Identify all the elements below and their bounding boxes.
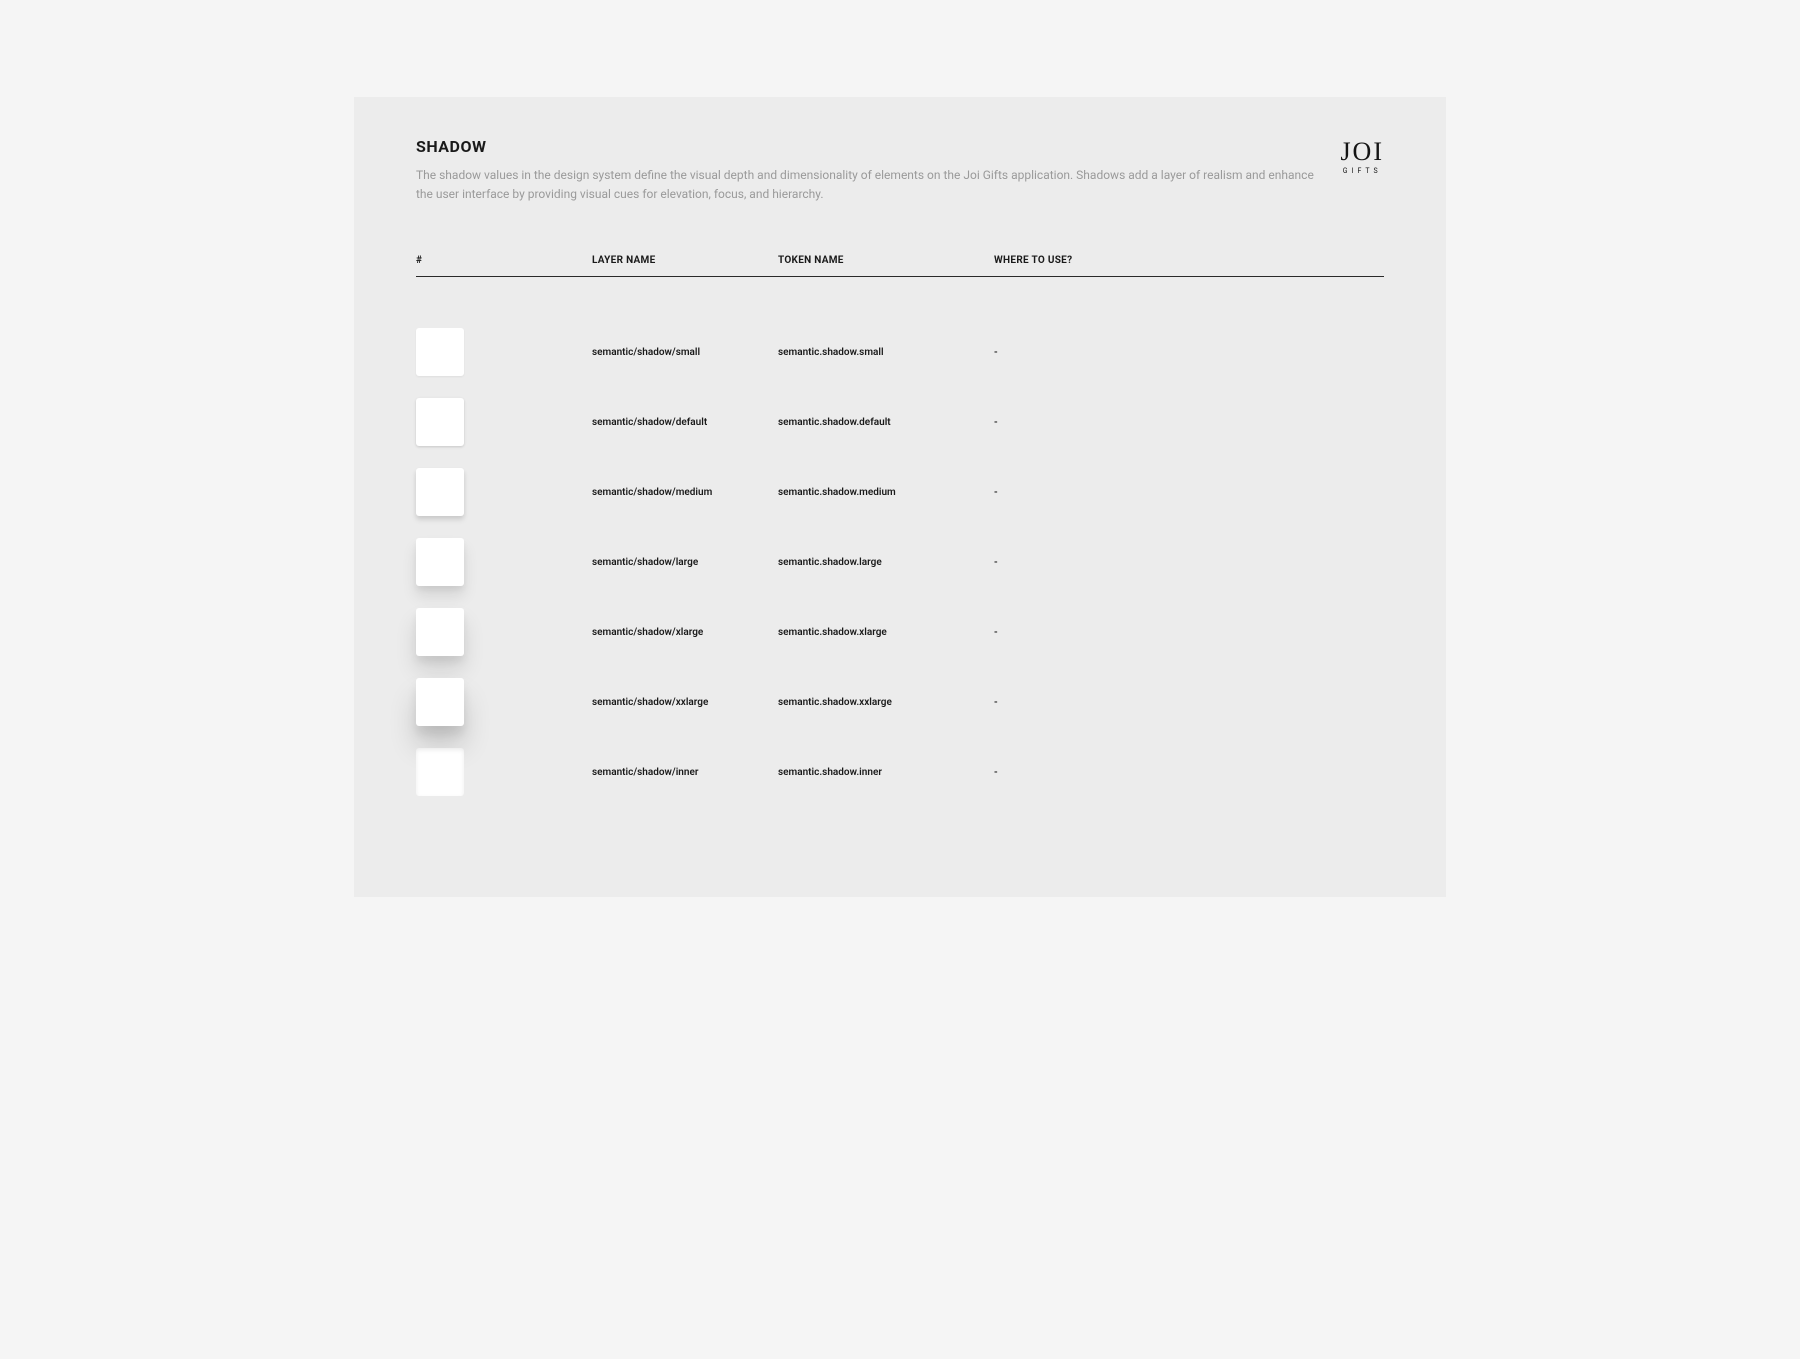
usage-cell: - (994, 417, 1384, 428)
shadow-swatch-xlarge (416, 608, 464, 656)
swatch-cell (416, 468, 592, 516)
layer-name-cell: semantic/shadow/small (592, 347, 778, 358)
shadow-swatch-inner (416, 748, 464, 796)
table-row: semantic/shadow/default semantic.shadow.… (416, 387, 1384, 457)
design-doc-sheet: SHADOW The shadow values in the design s… (354, 97, 1446, 897)
page-title: SHADOW (416, 137, 1316, 156)
swatch-cell (416, 748, 592, 796)
table-row: semantic/shadow/large semantic.shadow.la… (416, 527, 1384, 597)
usage-cell: - (994, 487, 1384, 498)
token-name-cell: semantic.shadow.large (778, 557, 994, 568)
token-name-cell: semantic.shadow.xxlarge (778, 697, 994, 708)
token-name-cell: semantic.shadow.small (778, 347, 994, 358)
token-name-cell: semantic.shadow.inner (778, 767, 994, 778)
table-row: semantic/shadow/xlarge semantic.shadow.x… (416, 597, 1384, 667)
usage-cell: - (994, 767, 1384, 778)
swatch-cell (416, 678, 592, 726)
layer-name-cell: semantic/shadow/inner (592, 767, 778, 778)
col-header-layer: LAYER NAME (592, 255, 778, 266)
shadow-swatch-large (416, 538, 464, 586)
usage-cell: - (994, 627, 1384, 638)
table-header: # LAYER NAME TOKEN NAME WHERE TO USE? (416, 255, 1384, 277)
brand-logo-name: JOI (1340, 139, 1384, 165)
page-description: The shadow values in the design system d… (416, 166, 1316, 203)
brand-logo: JOI GIFTS (1340, 137, 1384, 175)
shadow-swatch-small (416, 328, 464, 376)
layer-name-cell: semantic/shadow/large (592, 557, 778, 568)
usage-cell: - (994, 697, 1384, 708)
token-name-cell: semantic.shadow.default (778, 417, 994, 428)
header-row: SHADOW The shadow values in the design s… (416, 137, 1384, 203)
shadow-token-table: # LAYER NAME TOKEN NAME WHERE TO USE? se… (416, 255, 1384, 807)
layer-name-cell: semantic/shadow/xlarge (592, 627, 778, 638)
layer-name-cell: semantic/shadow/xxlarge (592, 697, 778, 708)
layer-name-cell: semantic/shadow/medium (592, 487, 778, 498)
token-name-cell: semantic.shadow.xlarge (778, 627, 994, 638)
shadow-swatch-default (416, 398, 464, 446)
token-name-cell: semantic.shadow.medium (778, 487, 994, 498)
table-body: semantic/shadow/small semantic.shadow.sm… (416, 277, 1384, 807)
swatch-cell (416, 328, 592, 376)
col-header-sample: # (416, 255, 592, 266)
usage-cell: - (994, 347, 1384, 358)
table-row: semantic/shadow/xxlarge semantic.shadow.… (416, 667, 1384, 737)
shadow-swatch-medium (416, 468, 464, 516)
swatch-cell (416, 608, 592, 656)
header-text: SHADOW The shadow values in the design s… (416, 137, 1316, 203)
col-header-usage: WHERE TO USE? (994, 255, 1384, 266)
swatch-cell (416, 538, 592, 586)
brand-logo-tagline: GIFTS (1340, 167, 1384, 175)
table-row: semantic/shadow/medium semantic.shadow.m… (416, 457, 1384, 527)
layer-name-cell: semantic/shadow/default (592, 417, 778, 428)
col-header-token: TOKEN NAME (778, 255, 994, 266)
table-row: semantic/shadow/inner semantic.shadow.in… (416, 737, 1384, 807)
table-row: semantic/shadow/small semantic.shadow.sm… (416, 317, 1384, 387)
swatch-cell (416, 398, 592, 446)
usage-cell: - (994, 557, 1384, 568)
shadow-swatch-xxlarge (416, 678, 464, 726)
